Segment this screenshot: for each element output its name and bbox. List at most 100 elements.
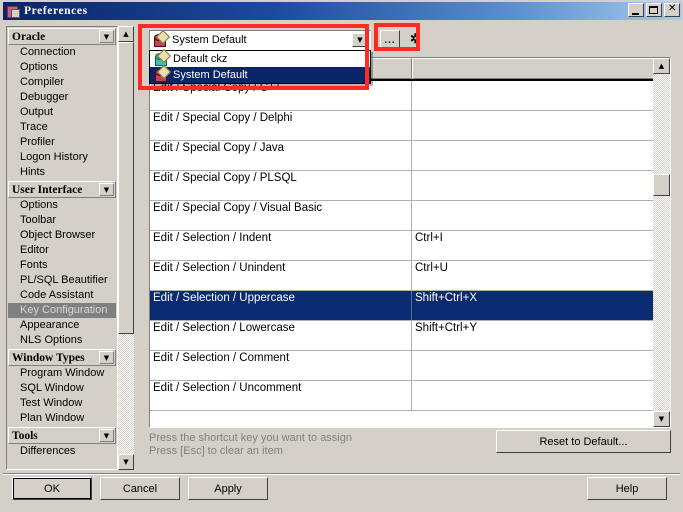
sidebar-item-key-configuration[interactable]: Key Configuration bbox=[8, 303, 116, 318]
table-row[interactable]: Edit / Special Copy / PLSQL bbox=[150, 171, 654, 201]
table-row[interactable]: Edit / Selection / Unindent Ctrl+U bbox=[150, 261, 654, 291]
triangle-up-icon: ▲ bbox=[658, 62, 665, 70]
table-row[interactable]: Edit / Special Copy / Visual Basic bbox=[150, 201, 654, 231]
sidebar-group-label: User Interface bbox=[12, 183, 83, 196]
cancel-button[interactable]: Cancel bbox=[100, 477, 180, 500]
table-row[interactable]: Edit / Selection / Uncomment bbox=[150, 381, 654, 411]
close-icon[interactable]: ✕ bbox=[664, 3, 680, 17]
sidebar-item-code-assistant[interactable]: Code Assistant bbox=[7, 288, 117, 303]
grid-scroll-up-button[interactable]: ▲ bbox=[653, 58, 670, 74]
row-shortcut[interactable]: Shift+Ctrl+Y bbox=[412, 321, 654, 350]
table-row[interactable]: Edit / Selection / Comment bbox=[150, 351, 654, 381]
help-button[interactable]: Help bbox=[587, 477, 667, 500]
sidebar-group-label: Tools bbox=[12, 429, 38, 442]
sidebar-scroll-thumb[interactable] bbox=[118, 42, 134, 334]
ok-button[interactable]: OK bbox=[12, 477, 92, 500]
keyset-dropdown-list[interactable]: Default ckz System Default bbox=[149, 48, 371, 84]
key-configuration-panel: Edit / Special Copy / C++ Edit / Special… bbox=[141, 26, 679, 470]
row-shortcut[interactable] bbox=[412, 201, 654, 230]
sidebar-item-editor[interactable]: Editor bbox=[7, 243, 117, 258]
reset-to-default-button[interactable]: Reset to Default... bbox=[496, 430, 671, 453]
row-shortcut[interactable]: Ctrl+U bbox=[412, 261, 654, 290]
new-keyset-button[interactable]: ✲ bbox=[409, 32, 422, 45]
row-action: Edit / Special Copy / Java bbox=[150, 141, 412, 170]
sidebar-item-fonts[interactable]: Fonts bbox=[7, 258, 117, 273]
sidebar-item-ui-options[interactable]: Options bbox=[7, 198, 117, 213]
row-action: Edit / Selection / Uppercase bbox=[150, 291, 412, 320]
column-header-shortcut[interactable] bbox=[412, 58, 654, 79]
sidebar-scroll-down-button[interactable]: ▼ bbox=[118, 454, 134, 470]
sidebar-item-test-window[interactable]: Test Window bbox=[7, 396, 117, 411]
sidebar-item-differences[interactable]: Differences bbox=[7, 444, 117, 459]
sidebar-item-logon-history[interactable]: Logon History bbox=[7, 150, 117, 165]
sidebar-item-trace[interactable]: Trace bbox=[7, 120, 117, 135]
row-action: Edit / Special Copy / PLSQL bbox=[150, 171, 412, 200]
sidebar-item-connection[interactable]: Connection bbox=[7, 45, 117, 60]
grid-scroll-thumb[interactable] bbox=[653, 174, 670, 196]
table-row[interactable]: Edit / Selection / Lowercase Shift+Ctrl+… bbox=[150, 321, 654, 351]
row-action: Edit / Special Copy / Delphi bbox=[150, 111, 412, 140]
sidebar-group-label: Window Types bbox=[12, 351, 85, 364]
table-row[interactable]: Edit / Special Copy / Java bbox=[150, 141, 654, 171]
grid-scroll-track[interactable] bbox=[653, 74, 670, 411]
row-shortcut[interactable] bbox=[412, 111, 654, 140]
triangle-down-icon: ▼ bbox=[123, 458, 129, 466]
row-shortcut[interactable]: Ctrl+I bbox=[412, 231, 654, 260]
sidebar-item-plan-window[interactable]: Plan Window bbox=[7, 411, 117, 426]
sidebar-item-appearance[interactable]: Appearance bbox=[7, 318, 117, 333]
sidebar-item-profiler[interactable]: Profiler bbox=[7, 135, 117, 150]
sidebar-group-oracle[interactable]: Oracle ▼ bbox=[8, 28, 116, 45]
minimize-button[interactable] bbox=[628, 3, 644, 17]
sidebar-item-object-browser[interactable]: Object Browser bbox=[7, 228, 117, 243]
sidebar-item-program-window[interactable]: Program Window bbox=[7, 366, 117, 381]
sidebar-group-user-interface[interactable]: User Interface ▼ bbox=[8, 181, 116, 198]
row-shortcut[interactable]: Shift+Ctrl+X bbox=[412, 291, 654, 320]
table-row[interactable]: Edit / Special Copy / C++ bbox=[150, 81, 654, 111]
shortcut-grid[interactable]: Edit / Special Copy / C++ Edit / Special… bbox=[149, 57, 671, 428]
grid-scrollbar[interactable]: ▲ ▼ bbox=[653, 58, 670, 427]
apply-button[interactable]: Apply bbox=[188, 477, 268, 500]
sidebar-scrollbar[interactable]: ▲ ▼ bbox=[118, 26, 134, 470]
sidebar-group-label: Oracle bbox=[12, 30, 46, 43]
browse-keysets-button[interactable]: ... bbox=[380, 30, 400, 50]
sidebar-item-debugger[interactable]: Debugger bbox=[7, 90, 117, 105]
row-shortcut[interactable] bbox=[412, 171, 654, 200]
sidebar-item-compiler[interactable]: Compiler bbox=[7, 75, 117, 90]
sidebar-scroll-up-button[interactable]: ▲ bbox=[118, 26, 134, 42]
row-shortcut[interactable] bbox=[412, 141, 654, 170]
shortcut-grid-body: Edit / Special Copy / C++ Edit / Special… bbox=[150, 58, 654, 427]
chevron-down-icon[interactable]: ▼ bbox=[352, 33, 368, 47]
sidebar-item-nls-options[interactable]: NLS Options bbox=[7, 333, 117, 348]
sidebar-item-output[interactable]: Output bbox=[7, 105, 117, 120]
keyset-combobox[interactable]: System Default ▼ bbox=[149, 29, 371, 50]
table-row-selected[interactable]: Edit / Selection / Uppercase Shift+Ctrl+… bbox=[150, 291, 654, 321]
sidebar-item-sql-window[interactable]: SQL Window bbox=[7, 381, 117, 396]
sidebar-item-options[interactable]: Options bbox=[7, 60, 117, 75]
titlebar[interactable]: Preferences ✕ bbox=[3, 2, 682, 20]
chevron-down-icon[interactable]: ▼ bbox=[99, 183, 114, 196]
chevron-down-icon[interactable]: ▼ bbox=[99, 351, 114, 364]
dropdown-option-default-ckz[interactable]: Default ckz bbox=[150, 48, 370, 67]
grid-scroll-down-button[interactable]: ▼ bbox=[653, 411, 670, 427]
row-shortcut[interactable] bbox=[412, 381, 654, 410]
row-shortcut[interactable] bbox=[412, 351, 654, 380]
row-shortcut[interactable] bbox=[412, 81, 654, 110]
row-action: Edit / Selection / Lowercase bbox=[150, 321, 412, 350]
chevron-down-icon[interactable]: ▼ bbox=[99, 30, 114, 43]
keyset-red-icon bbox=[153, 64, 172, 82]
table-row[interactable]: Edit / Selection / Indent Ctrl+I bbox=[150, 231, 654, 261]
dropdown-option-system-default[interactable]: System Default bbox=[150, 64, 370, 83]
sidebar-group-window-types[interactable]: Window Types ▼ bbox=[8, 349, 116, 366]
sidebar-item-toolbar[interactable]: Toolbar bbox=[7, 213, 117, 228]
sidebar-item-hints[interactable]: Hints bbox=[7, 165, 117, 180]
settings-category-tree[interactable]: Oracle ▼ Connection Options Compiler Deb… bbox=[6, 26, 118, 470]
row-action: Edit / Selection / Indent bbox=[150, 231, 412, 260]
sidebar-group-tools[interactable]: Tools ▼ bbox=[8, 427, 116, 444]
row-action: Edit / Special Copy / Visual Basic bbox=[150, 201, 412, 230]
triangle-up-icon: ▲ bbox=[123, 30, 129, 38]
chevron-down-icon[interactable]: ▼ bbox=[99, 429, 114, 442]
sidebar-item-plsql-beautifier[interactable]: PL/SQL Beautifier bbox=[7, 273, 117, 288]
maximize-button[interactable] bbox=[646, 3, 662, 17]
close-glyph: ✕ bbox=[668, 3, 677, 14]
table-row[interactable]: Edit / Special Copy / Delphi bbox=[150, 111, 654, 141]
